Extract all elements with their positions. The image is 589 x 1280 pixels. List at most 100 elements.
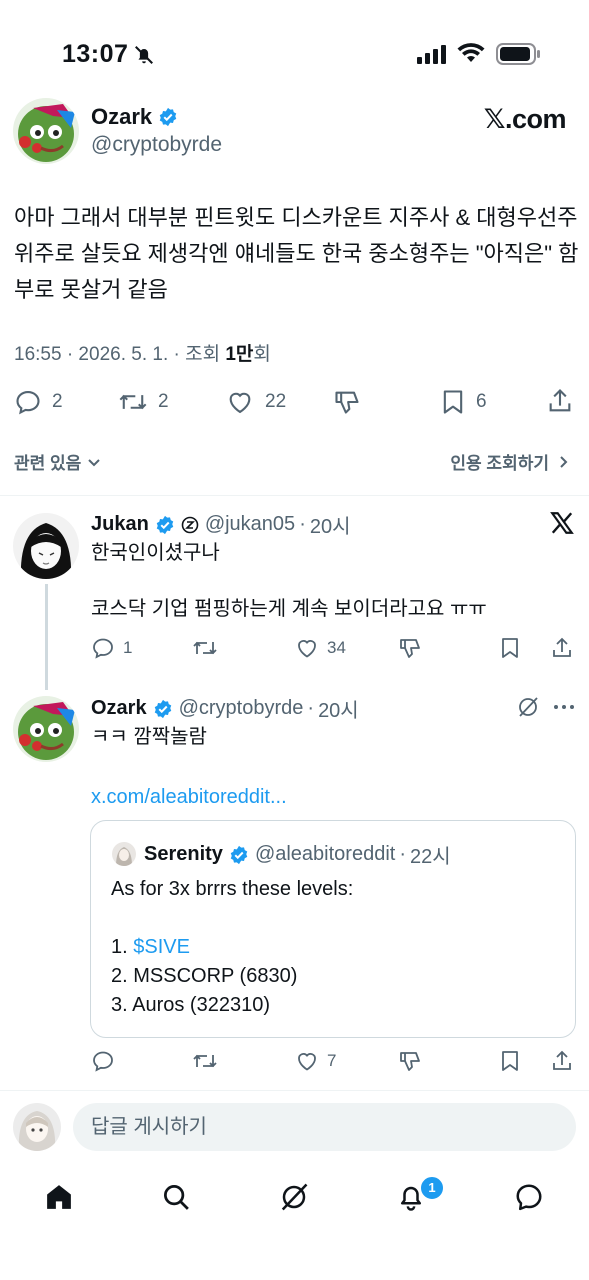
dislike-button[interactable] — [398, 636, 422, 660]
messages-icon[interactable] — [514, 1182, 544, 1212]
share-icon — [550, 636, 574, 660]
like-button[interactable]: 7 — [295, 1049, 336, 1073]
like-button[interactable]: 34 — [295, 636, 346, 660]
quote-header: Serenity @aleabitoreddit · 22시 — [144, 840, 451, 869]
bookmark-button[interactable] — [499, 1049, 521, 1073]
reply-input[interactable]: 답글 게시하기 — [73, 1103, 576, 1151]
thumbs-down-icon — [398, 636, 422, 660]
verified-badge-icon — [155, 515, 175, 535]
separator-dot: · — [307, 697, 315, 719]
view-count-suffix: 회 — [253, 344, 271, 365]
share-icon — [550, 1049, 574, 1073]
verified-badge-icon — [229, 845, 249, 865]
separator-dot: · — [299, 513, 306, 535]
like-count: 7 — [327, 1051, 337, 1070]
view-quotes-label: 인용 조회하기 — [450, 454, 549, 473]
related-label: 관련 있음 — [14, 454, 82, 473]
separator-dot: · — [399, 843, 406, 865]
quote-list-item-3: 3. Auros (322310) — [111, 994, 270, 1016]
reply-author-handle[interactable]: @jukan05 — [205, 513, 295, 536]
reply-time: 20시 — [318, 700, 359, 722]
reply-button[interactable]: 2 — [14, 388, 63, 416]
status-time: 13:07 — [62, 40, 129, 68]
bookmark-icon — [440, 388, 466, 416]
reply-header: Ozark @cryptobyrde · 20시 — [91, 694, 359, 723]
reply-author-name[interactable]: Ozark — [91, 697, 147, 720]
x-com-logo: 𝕏.com — [483, 104, 567, 134]
cashtag-link[interactable]: $SIVE — [133, 936, 190, 958]
repost-icon — [118, 388, 148, 416]
author-handle[interactable]: @cryptobyrde — [91, 133, 222, 157]
verified-badge-icon — [158, 107, 178, 127]
more-options-icon[interactable] — [553, 697, 575, 717]
avatar[interactable] — [13, 1103, 61, 1151]
repost-button[interactable] — [192, 636, 218, 660]
like-button[interactable]: 22 — [225, 388, 286, 416]
reply-author-name[interactable]: Jukan — [91, 513, 149, 536]
reply-author-handle[interactable]: @cryptobyrde — [179, 697, 304, 720]
bookmark-button[interactable] — [499, 636, 521, 660]
grok-icon[interactable] — [516, 695, 540, 719]
reply-button[interactable]: 1 — [91, 636, 132, 660]
notification-badge: 1 — [419, 1175, 445, 1201]
reply-text-line-1: 한국인이셨구나 — [91, 542, 220, 564]
reply-text-line-2: 코스닥 기업 펌핑하는게 계속 보이더라고요 ㅠㅠ — [91, 598, 487, 620]
thumbs-down-icon — [398, 1049, 422, 1073]
share-button[interactable] — [550, 636, 574, 660]
tweet-timestamp: 16:55 · 2026. 5. 1. · 조회 — [14, 344, 226, 365]
reply-header: Jukan @jukan05 · 20시 — [91, 510, 351, 539]
related-dropdown[interactable]: 관련 있음 — [14, 449, 101, 474]
quote-list-item-1: 1. $SIVE — [111, 932, 190, 962]
reply-count: 2 — [52, 391, 63, 412]
thumbs-down-icon — [333, 388, 361, 416]
home-indicator — [220, 1266, 370, 1271]
tweet-meta: 16:55 · 2026. 5. 1. · 조회 1만회 — [14, 339, 271, 366]
view-count: 1만 — [225, 344, 254, 365]
thread-line — [45, 584, 48, 690]
reply-button[interactable] — [91, 1049, 115, 1073]
tweet-body: 아마 그래서 대부분 핀트윗도 디스카운트 지주사 & 대형우선주 위주로 살듯… — [14, 205, 579, 302]
dislike-button[interactable] — [333, 388, 361, 416]
tweet-link[interactable]: x.com/aleabitoreddit... — [91, 782, 287, 812]
quote-list-item-2: 2. MSSCORP (6830) — [111, 965, 298, 987]
quote-author-handle: @aleabitoreddit — [254, 843, 396, 865]
view-quotes-link[interactable]: 인용 조회하기 — [450, 449, 569, 474]
bookmark-icon — [499, 1049, 521, 1073]
heart-icon — [295, 1049, 319, 1073]
repost-button[interactable]: 2 — [118, 388, 169, 416]
repost-count: 2 — [158, 391, 169, 412]
grok-icon[interactable] — [279, 1182, 309, 1212]
reply-count: 1 — [123, 638, 133, 657]
dislike-button[interactable] — [398, 1049, 422, 1073]
reply-icon — [91, 636, 115, 660]
list-number: 1. — [111, 936, 134, 958]
quote-author-name: Serenity — [144, 843, 223, 865]
verified-badge-icon — [153, 699, 173, 719]
home-icon[interactable] — [44, 1182, 74, 1212]
repost-button[interactable] — [192, 1049, 218, 1073]
search-icon[interactable] — [161, 1182, 191, 1212]
author-name[interactable]: Ozark — [91, 104, 178, 130]
bookmark-button[interactable]: 6 — [440, 388, 487, 416]
avatar[interactable] — [13, 98, 79, 164]
chevron-down-icon — [87, 455, 101, 469]
quote-time: 22시 — [410, 846, 451, 868]
x-logo-icon — [549, 510, 575, 536]
like-count: 34 — [327, 638, 346, 657]
avatar[interactable] — [13, 696, 79, 762]
bookmark-icon — [499, 636, 521, 660]
repost-icon — [192, 636, 218, 660]
avatar[interactable] — [13, 513, 79, 579]
share-button[interactable] — [550, 1049, 574, 1073]
chevron-right-icon — [557, 455, 569, 469]
repost-icon — [192, 1049, 218, 1073]
share-icon — [546, 387, 574, 415]
reply-time: 20시 — [309, 516, 351, 538]
avatar — [112, 842, 136, 866]
heart-icon — [295, 636, 319, 660]
share-button[interactable] — [546, 387, 574, 415]
wifi-icon — [457, 42, 485, 64]
divider — [0, 495, 589, 496]
battery-icon — [496, 43, 542, 65]
quote-text-line-1: As for 3x brrrs these levels: — [111, 878, 354, 900]
